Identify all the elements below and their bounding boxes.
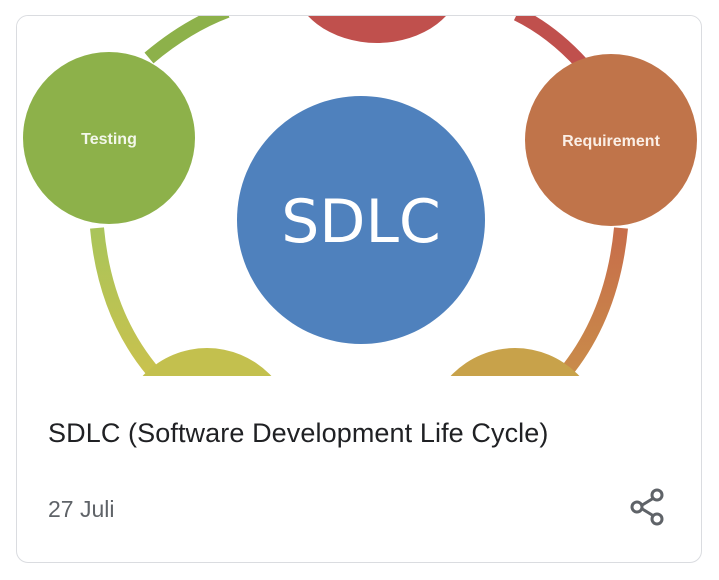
share-button[interactable] [623,482,673,532]
sdlc-diagram: Testing Requirement SDLC [23,16,697,376]
arc-right [563,227,628,373]
testing-label: Testing [81,131,137,148]
sdlc-thumbnail[interactable]: Testing Requirement SDLC [17,16,700,376]
sdlc-center-label: SDLC [281,187,441,257]
phase-circle-top [308,16,446,43]
share-icon [630,488,664,526]
arc-left [90,227,161,376]
arc-top-left [144,16,230,64]
result-card[interactable]: Testing Requirement SDLC SDLC (Software … [16,15,702,563]
card-date: 27 Juli [48,496,115,522]
card-title[interactable]: SDLC (Software Development Life Cycle) [48,418,549,449]
requirement-label: Requirement [562,133,660,150]
arc-top-right [513,16,588,69]
